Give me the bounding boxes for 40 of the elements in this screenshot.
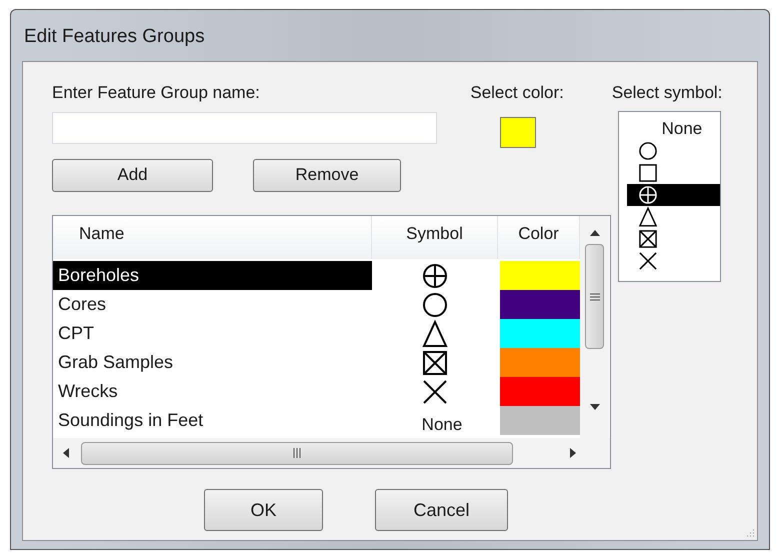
table-row-name[interactable]: CPT — [53, 319, 372, 348]
circle-symbol-icon — [636, 140, 659, 162]
name-input-field[interactable] — [52, 112, 437, 144]
color-swatch[interactable] — [500, 116, 536, 148]
symbol-option[interactable]: None — [626, 118, 720, 140]
table-cell-text: None — [422, 414, 462, 436]
action-button[interactable]: Add — [52, 158, 213, 192]
table-row-name[interactable]: Boreholes — [53, 261, 372, 290]
vertical-scrollbar[interactable] — [580, 216, 609, 438]
horizontal-scrollbar[interactable] — [53, 438, 610, 468]
scroll-thumb[interactable] — [81, 442, 513, 464]
window-title: Edit Features Groups — [23, 25, 205, 49]
scroll-thumb[interactable] — [585, 244, 604, 349]
field-label: Select color: — [470, 82, 564, 104]
symbol-list[interactable]: None — [618, 110, 721, 282]
table-row-name[interactable]: Grab Samples — [53, 348, 372, 377]
dialog-button[interactable]: Cancel — [375, 489, 508, 531]
column-header[interactable]: Symbol — [372, 216, 498, 259]
dialog-button[interactable]: OK — [204, 489, 323, 531]
table-row-name[interactable]: Cores — [53, 290, 372, 319]
left-arrow-icon[interactable] — [63, 448, 69, 458]
square-symbol-icon — [636, 162, 659, 184]
table-row-name[interactable]: Soundings in Feet — [53, 406, 372, 435]
triangle-symbol-icon — [420, 318, 450, 348]
grip-icon — [293, 448, 301, 458]
field-label: Select symbol: — [612, 82, 722, 104]
x-symbol-icon — [636, 250, 659, 272]
field-label: Enter Feature Group name: — [52, 82, 260, 104]
crossed-circle-icon — [636, 184, 659, 206]
up-arrow-icon[interactable] — [590, 230, 600, 236]
table-row-name[interactable]: Wrecks — [53, 377, 372, 406]
grip-icon — [590, 292, 600, 300]
triangle-symbol-icon — [636, 206, 659, 228]
resize-grip-icon[interactable] — [745, 528, 755, 538]
down-arrow-icon[interactable] — [590, 404, 600, 410]
action-button[interactable]: Remove — [253, 158, 401, 192]
crossed-square-icon — [636, 228, 659, 250]
right-arrow-icon[interactable] — [570, 448, 576, 458]
column-header[interactable]: Name — [53, 216, 372, 259]
symbol-option[interactable] — [626, 184, 720, 206]
